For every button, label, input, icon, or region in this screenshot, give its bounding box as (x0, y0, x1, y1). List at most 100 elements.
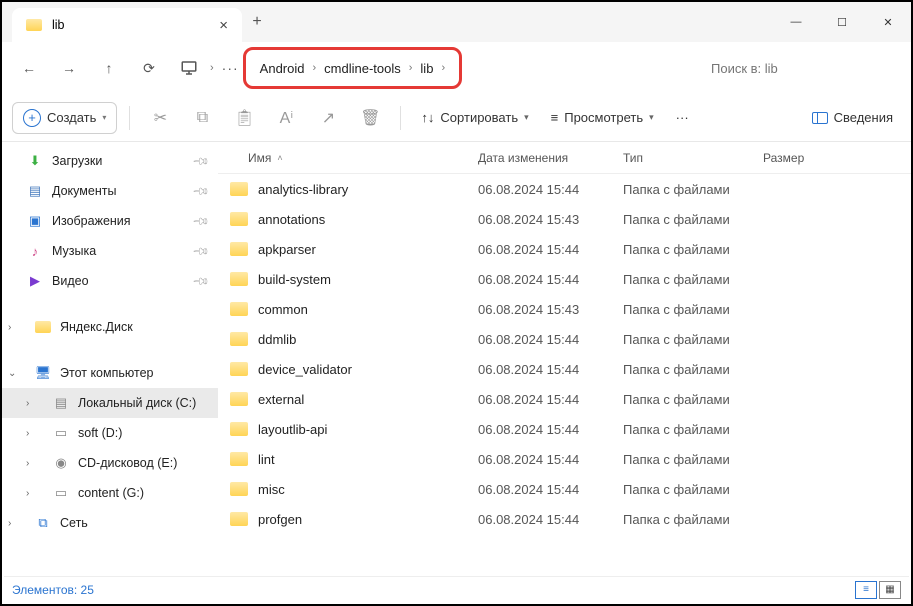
file-type: Папка с файлами (623, 242, 763, 257)
minimize-button[interactable]: — (773, 2, 819, 42)
address-bar[interactable]: › ··· Android › cmdline-tools › lib › (176, 50, 695, 86)
file-name: profgen (258, 512, 302, 527)
up-button[interactable]: ↑ (90, 50, 128, 86)
close-tab-icon[interactable]: × (219, 17, 228, 34)
folder-icon (230, 392, 248, 406)
share-button[interactable]: ↗ (310, 102, 346, 134)
view-toggle: ≡ ▦ (855, 581, 901, 599)
search-input[interactable] (703, 51, 903, 85)
folder-icon (230, 302, 248, 316)
forward-button[interactable]: → (50, 50, 88, 86)
file-type: Папка с файлами (623, 362, 763, 377)
file-name: layoutlib-api (258, 422, 327, 437)
details-pane-button[interactable]: Сведения (804, 102, 901, 134)
folder-icon (230, 242, 248, 256)
file-type: Папка с файлами (623, 482, 763, 497)
sidebar-item-contentg[interactable]: ›▭content (G:) (2, 478, 218, 508)
maximize-button[interactable]: ☐ (819, 2, 865, 42)
file-name: apkparser (258, 242, 316, 257)
close-window-button[interactable]: ✕ (865, 2, 911, 42)
sidebar-item-music[interactable]: ♪Музыка📌︎ (2, 236, 218, 266)
sidebar-item-documents[interactable]: ▤Документы📌︎ (2, 176, 218, 206)
details-view-button[interactable]: ≡ (855, 581, 877, 599)
folder-icon (230, 512, 248, 526)
file-type: Папка с файлами (623, 422, 763, 437)
chevron-down-icon[interactable]: ⌄ (8, 368, 22, 379)
sidebar-item-downloads[interactable]: ⬇Загрузки📌︎ (2, 146, 218, 176)
create-button[interactable]: + Создать ▾ (12, 102, 117, 134)
chevron-right-icon[interactable]: › (26, 488, 40, 499)
toolbar: + Создать ▾ ✂ ⧉ 📋︎ Aⁱ ↗ 🗑︎ ↑↓ Сортироват… (2, 94, 911, 142)
sort-asc-icon: ˄ (277, 153, 282, 163)
paste-button[interactable]: 📋︎ (226, 102, 262, 134)
back-button[interactable]: ← (10, 50, 48, 86)
file-row[interactable]: build-system06.08.2024 15:44Папка с файл… (218, 264, 911, 294)
file-row[interactable]: common06.08.2024 15:43Папка с файлами (218, 294, 911, 324)
col-size-header[interactable]: Размер (763, 151, 853, 165)
chevron-right-icon[interactable]: › (26, 458, 40, 469)
file-row[interactable]: layoutlib-api06.08.2024 15:44Папка с фай… (218, 414, 911, 444)
breadcrumb-seg[interactable]: lib (416, 61, 437, 76)
chevron-right-icon[interactable]: › (26, 428, 40, 439)
chevron-down-icon: ▾ (102, 113, 106, 122)
pin-icon: 📌︎ (191, 211, 210, 230)
window-controls: — ☐ ✕ (773, 2, 911, 42)
path-overflow[interactable]: ··· (218, 60, 243, 76)
file-row[interactable]: analytics-library06.08.2024 15:44Папка с… (218, 174, 911, 204)
sort-label: Сортировать (440, 110, 518, 125)
refresh-button[interactable]: ⟳ (130, 50, 168, 86)
chevron-right-icon[interactable]: › (206, 62, 218, 74)
plus-icon: + (23, 109, 41, 127)
col-type-header[interactable]: Тип (623, 151, 763, 165)
sidebar-item-softd[interactable]: ›▭soft (D:) (2, 418, 218, 448)
rename-button[interactable]: Aⁱ (268, 102, 304, 134)
file-date: 06.08.2024 15:43 (478, 302, 623, 317)
col-date-header[interactable]: Дата изменения (478, 151, 623, 165)
chevron-right-icon[interactable]: › (8, 322, 22, 333)
file-name: misc (258, 482, 285, 497)
sort-button[interactable]: ↑↓ Сортировать ▾ (413, 102, 536, 134)
file-row[interactable]: annotations06.08.2024 15:43Папка с файла… (218, 204, 911, 234)
view-button[interactable]: ≡ Просмотреть ▾ (543, 102, 662, 134)
folder-icon (230, 332, 248, 346)
sidebar-item-pictures[interactable]: ▣Изображения📌︎ (2, 206, 218, 236)
folder-icon (230, 482, 248, 496)
breadcrumb-seg[interactable]: cmdline-tools (320, 61, 405, 76)
sidebar-item-network[interactable]: ›⧉Сеть (2, 508, 218, 538)
file-date: 06.08.2024 15:43 (478, 212, 623, 227)
separator (129, 106, 130, 130)
sidebar-item-videos[interactable]: ▶Видео📌︎ (2, 266, 218, 296)
chevron-right-icon[interactable]: › (26, 398, 40, 409)
file-row[interactable]: ddmlib06.08.2024 15:44Папка с файлами (218, 324, 911, 354)
sidebar-item-yandex[interactable]: ›Яндекс.Диск (2, 312, 218, 342)
file-row[interactable]: lint06.08.2024 15:44Папка с файлами (218, 444, 911, 474)
more-button[interactable]: ··· (668, 102, 697, 134)
copy-button[interactable]: ⧉ (184, 102, 220, 134)
file-name: build-system (258, 272, 331, 287)
chevron-down-icon: ▾ (649, 112, 654, 123)
pin-icon: 📌︎ (191, 241, 210, 260)
file-row[interactable]: profgen06.08.2024 15:44Папка с файлами (218, 504, 911, 534)
file-type: Папка с файлами (623, 452, 763, 467)
new-tab-button[interactable]: + (242, 13, 272, 31)
icons-view-button[interactable]: ▦ (879, 581, 901, 599)
delete-button[interactable]: 🗑︎ (352, 102, 388, 134)
file-row[interactable]: misc06.08.2024 15:44Папка с файлами (218, 474, 911, 504)
chevron-right-icon[interactable]: › (308, 62, 320, 74)
file-row[interactable]: apkparser06.08.2024 15:44Папка с файлами (218, 234, 911, 264)
cut-button[interactable]: ✂ (142, 102, 178, 134)
sidebar-item-localc[interactable]: ›▤Локальный диск (C:) (2, 388, 218, 418)
chevron-right-icon[interactable]: › (8, 518, 22, 529)
sidebar-item-cde[interactable]: ›◉CD-дисковод (E:) (2, 448, 218, 478)
sidebar-item-thispc[interactable]: ⌄🖥︎Этот компьютер (2, 358, 218, 388)
file-row[interactable]: device_validator06.08.2024 15:44Папка с … (218, 354, 911, 384)
col-name-header[interactable]: Имя˄ (218, 151, 478, 165)
navbar: ← → ↑ ⟳ › ··· Android › cmdline-tools › … (2, 42, 911, 94)
chevron-right-icon[interactable]: › (437, 62, 449, 74)
file-row[interactable]: external06.08.2024 15:44Папка с файлами (218, 384, 911, 414)
window-tab[interactable]: lib × (12, 8, 242, 42)
breadcrumb-seg[interactable]: Android (256, 61, 309, 76)
chevron-right-icon[interactable]: › (405, 62, 417, 74)
file-type: Папка с файлами (623, 512, 763, 527)
file-date: 06.08.2024 15:44 (478, 452, 623, 467)
